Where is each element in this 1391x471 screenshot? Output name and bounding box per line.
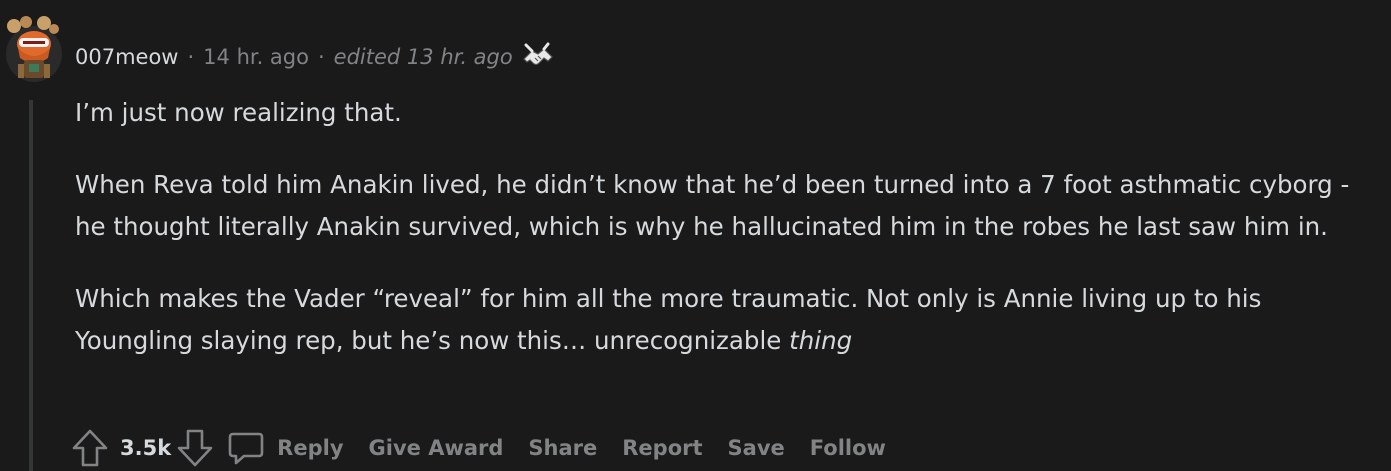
- vote-score: 3.5k: [120, 436, 172, 460]
- comment-paragraph: When Reva told him Anakin lived, he didn…: [75, 170, 1350, 241]
- save-button[interactable]: Save: [728, 436, 785, 460]
- follow-button[interactable]: Follow: [810, 436, 886, 460]
- separator-dot: ·: [317, 45, 325, 69]
- comment-bubble-icon: [228, 432, 264, 465]
- emphasis-text: thing: [789, 326, 853, 355]
- comment-paragraph: I’m just now realizing that.: [75, 98, 402, 127]
- comment-body: I’m just now realizing that. When Reva t…: [75, 92, 1365, 392]
- upvote-arrow-icon[interactable]: [70, 427, 110, 469]
- comment-time[interactable]: 14 hr. ago: [203, 45, 309, 69]
- give-award-button[interactable]: Give Award: [369, 436, 504, 460]
- comment-actions: 3.5k Reply Give Award Share Report Save …: [70, 426, 911, 470]
- downvote-arrow-icon[interactable]: [175, 427, 215, 469]
- reply-label: Reply: [277, 436, 344, 460]
- comment-paragraph: Which makes the Vader “reveal” for him a…: [75, 278, 1365, 362]
- avatar[interactable]: [4, 14, 64, 84]
- thread-line[interactable]: [29, 100, 33, 471]
- comment-paragraph-text: Which makes the Vader “reveal” for him a…: [75, 284, 1262, 355]
- share-button[interactable]: Share: [528, 436, 597, 460]
- comment-meta: 007meow · 14 hr. ago · edited 13 hr. ago: [75, 40, 555, 74]
- separator-dot: ·: [187, 45, 195, 69]
- author-name[interactable]: 007meow: [75, 45, 178, 69]
- edited-time: edited 13 hr. ago: [333, 45, 513, 69]
- handshake-award-icon[interactable]: [521, 42, 555, 72]
- report-button[interactable]: Report: [622, 436, 702, 460]
- reply-button[interactable]: Reply: [227, 429, 344, 467]
- comment: 007meow · 14 hr. ago · edited 13 hr. ago…: [0, 0, 1391, 471]
